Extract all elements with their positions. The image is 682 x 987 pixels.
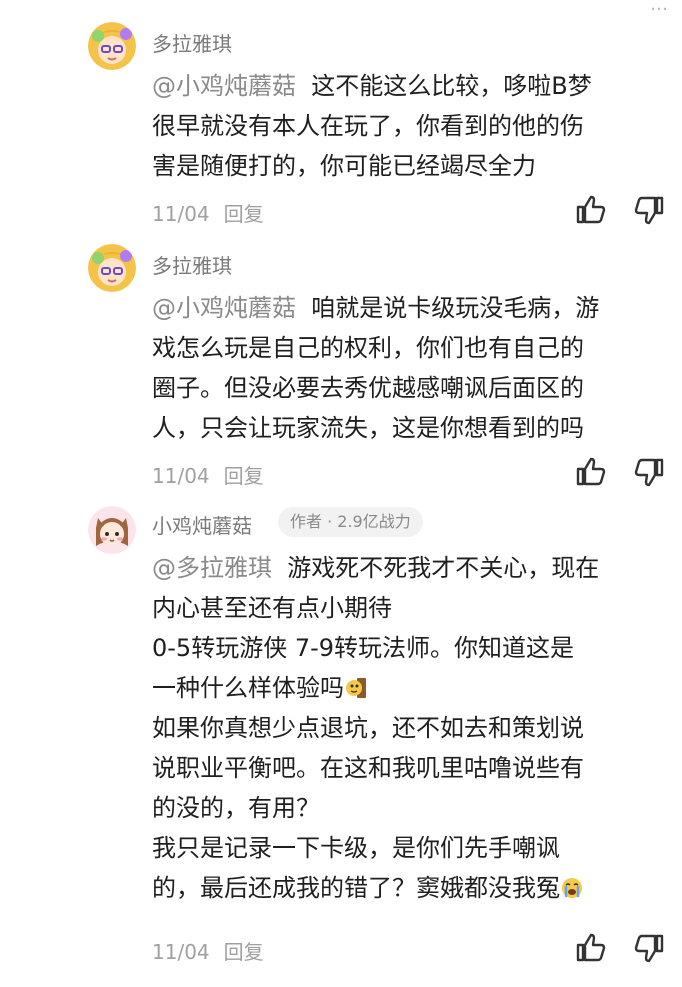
thumbs-up-icon[interactable] [572,192,608,228]
more-menu-icon[interactable]: … [650,0,668,14]
mention-link[interactable]: @小鸡炖蘑菇 [152,72,296,100]
comment-date: 11/04 [152,464,210,488]
thumbs-down-icon[interactable] [632,192,668,228]
comment-line-with-emoji: 的，最后还成我的错了？窦娥都没我冤 [152,868,672,908]
comment-text: @小鸡炖蘑菇 咱就是说卡级玩没毛病，游 戏怎么玩是自己的权利，你们也有自己的 圈… [152,288,672,448]
comment-line: 这不能这么比较，哆啦B梦 [311,72,592,100]
author-badge: 作者 · 2.9亿战力 [278,507,423,537]
comment-line-with-emoji: 一种什么样体验吗 [152,668,672,708]
thumbs-down-icon[interactable] [632,930,668,966]
comment-line: 害是随便打的，你可能已经竭尽全力 [152,152,536,180]
comment-text: @小鸡炖蘑菇 这不能这么比较，哆啦B梦 很早就没有本人在玩了，你看到的他的伤 害… [152,66,672,186]
comment-line: 人，只会让玩家流失，这是你想看到的吗 [152,414,584,442]
thumbs-down-icon[interactable] [632,454,668,490]
comment-line: 0-5转玩游侠 7-9转玩法师。你知道这是 [152,634,575,662]
comment-username[interactable]: 多拉雅琪 [152,250,232,279]
thumbs-up-icon[interactable] [572,454,608,490]
reply-button[interactable]: 回复 [224,940,264,964]
thumbs-up-icon[interactable] [572,930,608,966]
comment-line: 我只是记录一下卡级，是你们先手嘲讽 [152,834,560,862]
comment-line: 戏怎么玩是自己的权利，你们也有自己的 [152,334,584,362]
reply-button[interactable]: 回复 [224,202,264,226]
comment-username[interactable]: 小鸡炖蘑菇 [152,510,252,539]
comment-line: 内心甚至还有点小期待 [152,594,392,622]
comment-line: 如果你真想少点退坑，还不如去和策划说 [152,714,584,742]
comment-meta: 11/04 回复 [152,936,264,965]
comment-line: 的没的，有用？ [152,794,320,822]
peek-emoji-icon [344,672,368,698]
comment-username[interactable]: 多拉雅琪 [152,28,232,57]
comment-date: 11/04 [152,940,210,964]
comment-text: @多拉雅琪 游戏死不死我才不关心，现在 内心甚至还有点小期待 0-5转玩游侠 7… [152,548,672,908]
comment-line: 一种什么样体验吗 [152,674,344,702]
comment-line: 咱就是说卡级玩没毛病，游 [311,294,600,322]
comment-line: 圈子。但没必要去秀优越感嘲讽后面区的 [152,374,584,402]
avatar[interactable] [88,244,136,292]
mention-link[interactable]: @多拉雅琪 [152,554,272,582]
comment-line: 说职业平衡吧。在这和我叽里咕噜说些有 [152,754,584,782]
mention-link[interactable]: @小鸡炖蘑菇 [152,294,296,322]
comment-meta: 11/04 回复 [152,460,264,489]
comment-line: 的，最后还成我的错了？窦娥都没我冤 [152,874,560,902]
avatar[interactable] [88,506,136,554]
comment-line: 很早就没有本人在玩了，你看到的他的伤 [152,112,584,140]
comment-date: 11/04 [152,202,210,226]
crying-emoji-icon [560,872,584,898]
avatar[interactable] [88,22,136,70]
reply-button[interactable]: 回复 [224,464,264,488]
comment-line: 游戏死不死我才不关心，现在 [287,554,600,582]
comment-meta: 11/04 回复 [152,198,264,227]
